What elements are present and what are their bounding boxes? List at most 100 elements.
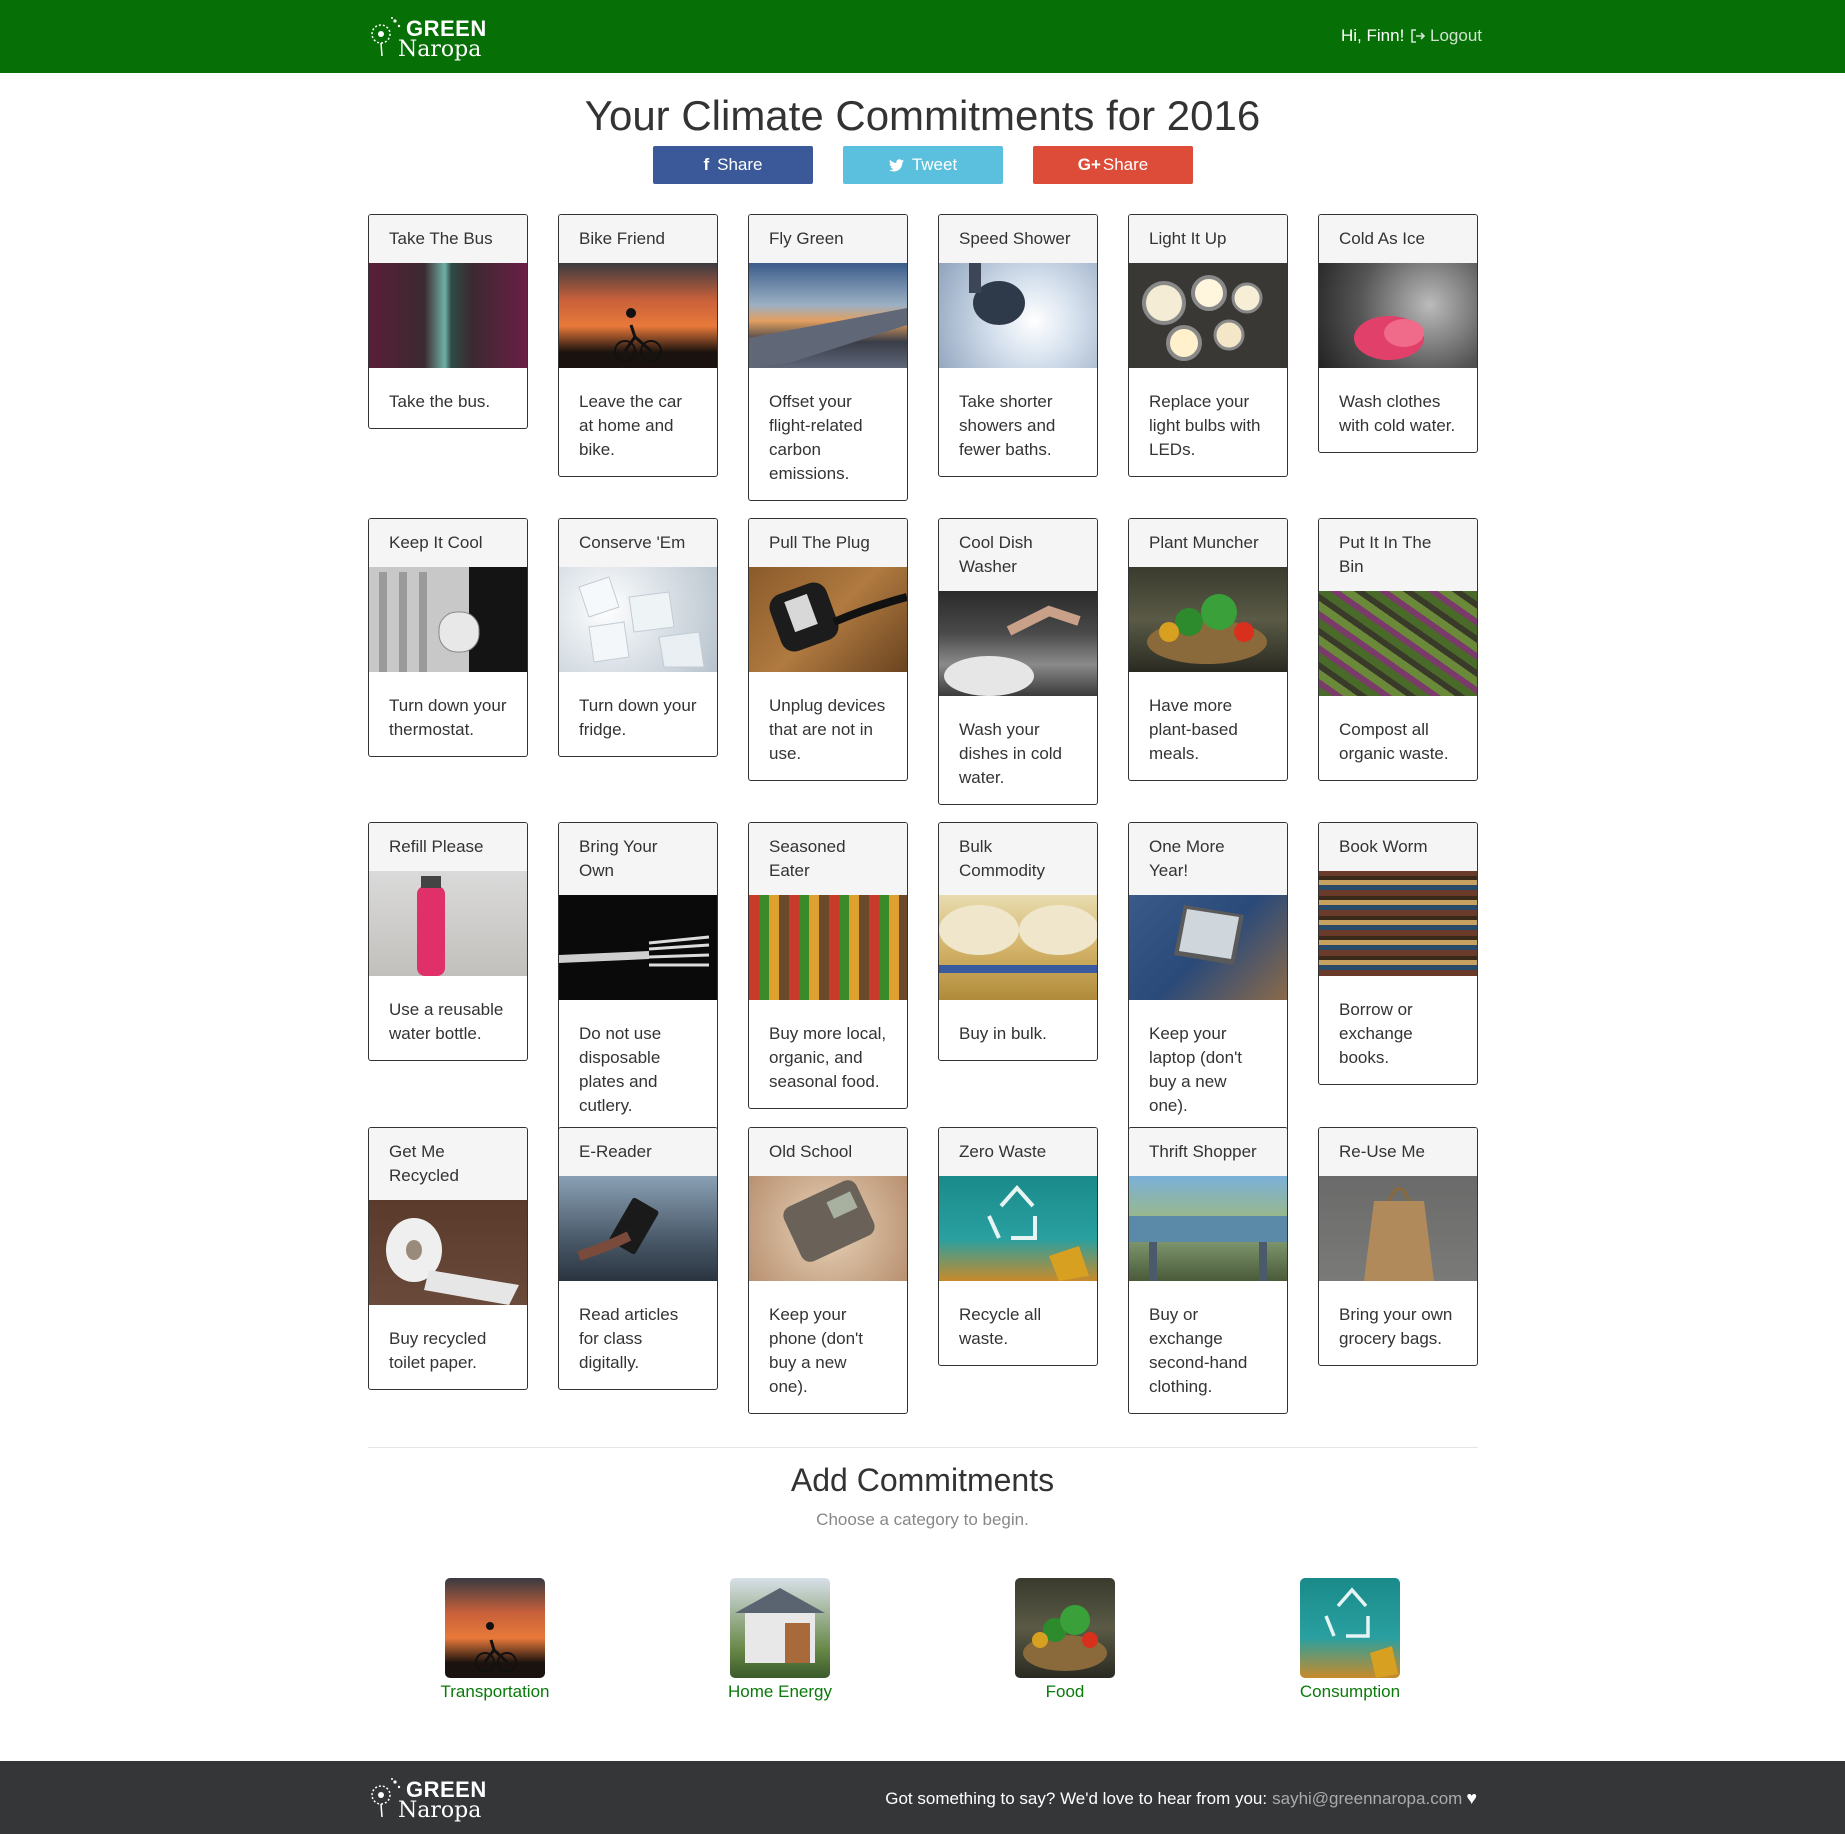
card-title: Bulk Commodity (939, 823, 1097, 895)
dandelion-icon (371, 1778, 401, 1817)
add-commitments-title: Add Commitments (790, 1462, 1055, 1498)
card-text: Use a reusable water bottle. (389, 1000, 504, 1043)
heart-icon: ♥ (1466, 1788, 1477, 1808)
card-text: Keep your phone (don't buy a new one). (769, 1305, 863, 1396)
commitment-card[interactable]: Speed Shower Take shorter showers and fe… (938, 214, 1098, 477)
footer-contact: Got something to say? We'd love to hear … (885, 1788, 1477, 1809)
card-text: Have more plant-based meals. (1149, 696, 1238, 763)
card-text: Wash clothes with cold water. (1339, 392, 1456, 435)
commitment-card[interactable]: Zero Waste Recycle all waste. (938, 1127, 1098, 1366)
card-title: Conserve 'Em (559, 519, 717, 567)
commitment-card[interactable]: Old School Keep your phone (don't buy a … (748, 1127, 908, 1414)
commitment-card[interactable]: Light It Up Replace your light bulbs wit… (1128, 214, 1288, 477)
category-label: Transportation (440, 1682, 550, 1701)
card-title: Bike Friend (559, 215, 717, 263)
ice-cubes-image (559, 567, 717, 672)
farmers-market-image (749, 895, 907, 1000)
footer-brand-logo[interactable]: GREEN Naropa (368, 1775, 486, 1823)
card-title: Re-Use Me (1319, 1128, 1477, 1176)
commitment-card[interactable]: Conserve 'Em Turn down your fridge. (558, 518, 718, 757)
commitment-card[interactable]: Pull The Plug Unplug devices that are no… (748, 518, 908, 781)
card-text: Offset your flight-related carbon emissi… (769, 392, 863, 483)
commitment-card[interactable]: Bring Your Own Do not use disposable pla… (558, 822, 718, 1133)
washing-machine-image (1319, 263, 1477, 368)
share-buttons: f Share Tweet G+ Share (653, 146, 1193, 184)
card-title: Plant Muncher (1129, 519, 1287, 567)
card-title: Book Worm (1319, 823, 1477, 871)
top-navbar: GREEN Naropa Hi, Finn! Logout (0, 0, 1845, 73)
recycle-bag-image (939, 1176, 1097, 1281)
commitment-card[interactable]: Refill Please Use a reusable water bottl… (368, 822, 528, 1061)
category-home-energy[interactable]: Home Energy (680, 1578, 880, 1704)
card-title: Old School (749, 1128, 907, 1176)
laptop-image (1129, 895, 1287, 1000)
card-title: Bring Your Own (559, 823, 717, 895)
category-consumption[interactable]: Consumption (1250, 1578, 1450, 1704)
plastic-fork-image (559, 895, 717, 1000)
card-text: Read articles for class digitally. (579, 1305, 679, 1372)
dandelion-icon (371, 17, 401, 56)
footer-message: Got something to say? We'd love to hear … (885, 1788, 1268, 1808)
commitment-card[interactable]: Thrift Shopper Buy or exchange second-ha… (1128, 1127, 1288, 1414)
commitment-card[interactable]: Book Worm Borrow or exchange books. (1318, 822, 1478, 1085)
footer-email-link[interactable]: sayhi@greennaropa.com (1272, 1789, 1462, 1809)
card-title: Cold As Ice (1319, 215, 1477, 263)
card-text: Take shorter showers and fewer baths. (959, 392, 1056, 459)
toilet-paper-image (369, 1200, 527, 1305)
logout-link[interactable]: Logout (1410, 26, 1482, 46)
commitment-card[interactable]: Keep It Cool Turn down your thermostat. (368, 518, 528, 757)
e-reader-image (559, 1176, 717, 1281)
bus-interior-image (369, 263, 527, 368)
commitment-card[interactable]: E-Reader Read articles for class digital… (558, 1127, 718, 1390)
commitment-card[interactable]: One More Year! Keep your laptop (don't b… (1128, 822, 1288, 1133)
brand-logo[interactable]: GREEN Naropa (368, 14, 486, 62)
add-commitments-subtitle: Choose a category to begin. (816, 1510, 1029, 1529)
card-text: Buy more local, organic, and seasonal fo… (769, 1024, 887, 1091)
commitment-card[interactable]: Get Me Recycled Buy recycled toilet pape… (368, 1127, 528, 1390)
card-text: Unplug devices that are not in use. (769, 696, 886, 763)
commitment-card[interactable]: Cool Dish Washer Wash your dishes in col… (938, 518, 1098, 805)
card-title: Fly Green (749, 215, 907, 263)
commitment-card[interactable]: Bike Friend Leave the car at home and bi… (558, 214, 718, 477)
dish-washing-image (939, 591, 1097, 696)
card-text: Take the bus. (389, 392, 491, 411)
food-image (1015, 1578, 1115, 1678)
brand-line-2: Naropa (398, 1798, 482, 1823)
page-title: Your Climate Commitments for 2016 (584, 92, 1261, 139)
card-text: Wash your dishes in cold water. (959, 720, 1063, 787)
google-plus-icon: G+ (1077, 155, 1101, 174)
twitter-tweet-button[interactable]: Tweet (843, 146, 1003, 184)
card-text: Borrow or exchange books. (1339, 1000, 1413, 1067)
facebook-share-button[interactable]: f Share (653, 146, 813, 184)
card-text: Compost all organic waste. (1339, 720, 1449, 763)
led-bulbs-image (1129, 263, 1287, 368)
commitment-card[interactable]: Cold As Ice Wash clothes with cold water… (1318, 214, 1478, 453)
commitment-card[interactable]: Take The Bus Take the bus. (368, 214, 528, 429)
footer: GREEN Naropa Got something to say? We'd … (0, 1761, 1845, 1834)
card-title: Refill Please (369, 823, 527, 871)
card-text: Buy in bulk. (959, 1024, 1047, 1043)
card-text: Buy recycled toilet paper. (389, 1329, 487, 1372)
card-text: Do not use disposable plates and cutlery… (579, 1024, 662, 1115)
card-text: Bring your own grocery bags. (1339, 1305, 1453, 1348)
google-plus-share-button[interactable]: G+ Share (1033, 146, 1193, 184)
commitment-card[interactable]: Put It In The Bin Compost all organic wa… (1318, 518, 1478, 781)
vegetable-basket-image (1129, 567, 1287, 672)
category-label: Food (1045, 1682, 1085, 1701)
commitment-card[interactable]: Plant Muncher Have more plant-based meal… (1128, 518, 1288, 781)
commitment-card[interactable]: Bulk Commodity Buy in bulk. (938, 822, 1098, 1061)
power-plug-image (749, 567, 907, 672)
card-text: Buy or exchange second-hand clothing. (1149, 1305, 1248, 1396)
commitment-card[interactable]: Fly Green Offset your flight-related car… (748, 214, 908, 501)
category-food[interactable]: Food (965, 1578, 1165, 1704)
google-plus-share-label: Share (1102, 155, 1149, 174)
airplane-wing-image (749, 263, 907, 368)
commitment-card[interactable]: Seasoned Eater Buy more local, organic, … (748, 822, 908, 1109)
commitment-card[interactable]: Re-Use Me Bring your own grocery bags. (1318, 1127, 1478, 1366)
category-transportation[interactable]: Transportation (395, 1578, 595, 1704)
card-title: Take The Bus (369, 215, 527, 263)
logout-label: Logout (1430, 26, 1482, 45)
card-text: Replace your light bulbs with LEDs. (1149, 392, 1261, 459)
card-title: Pull The Plug (749, 519, 907, 567)
card-title: E-Reader (559, 1128, 717, 1176)
